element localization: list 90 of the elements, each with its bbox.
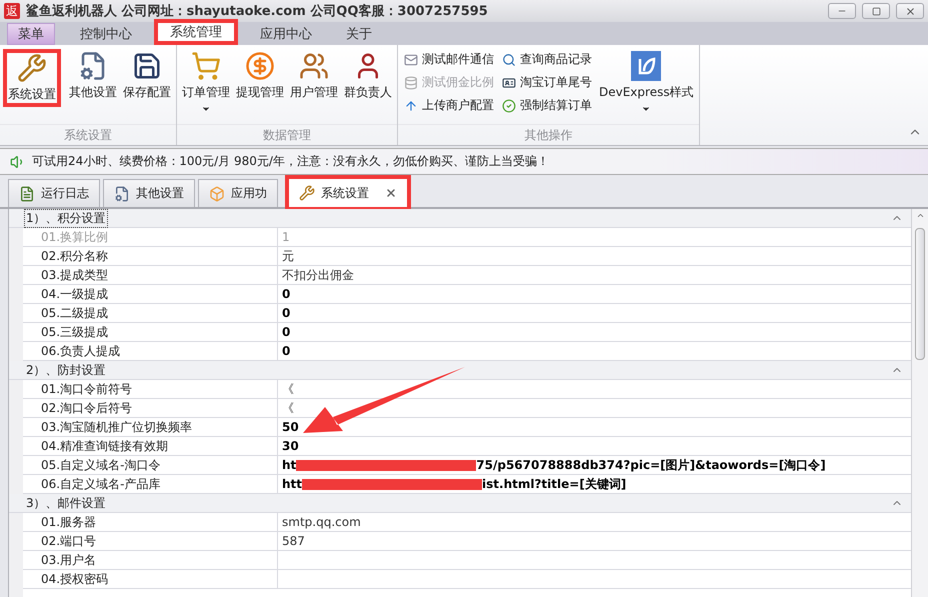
ribbon-tab[interactable]: 系统管理: [154, 19, 238, 45]
property-value[interactable]: 0: [278, 323, 911, 341]
category-title: 3）、邮件设置: [25, 494, 107, 512]
ribbon-button[interactable]: 其他设置: [67, 49, 119, 103]
tools-icon: [17, 53, 47, 83]
property-value[interactable]: smtp.qq.com: [278, 513, 911, 531]
app-menu-button[interactable]: 菜单: [7, 23, 55, 45]
ribbon-button[interactable]: 提现管理: [234, 49, 286, 103]
scrollbar-thumb[interactable]: [915, 228, 925, 360]
document-tab[interactable]: 系统设置: [285, 175, 411, 211]
group-title: 数据管理: [177, 124, 397, 145]
envelope-icon: [404, 52, 418, 66]
property-name: 06.负责人提成: [23, 342, 278, 360]
property-name: 02.端口号: [23, 532, 278, 550]
property-value[interactable]: 0: [278, 342, 911, 360]
document-tab[interactable]: 其他设置: [103, 179, 195, 207]
minimize-button[interactable]: [828, 3, 856, 19]
close-button[interactable]: [896, 3, 924, 19]
group-title: 其他操作: [398, 124, 699, 145]
ribbon-button[interactable]: 保存配置: [121, 49, 173, 103]
leaf-logo-icon: [631, 51, 662, 81]
notice-text: 可试用24小时、续费价格：100元/月 980元/年，注意：没有永久，勿低价购买、谨防上当受骗！: [32, 153, 549, 170]
ribbon-button[interactable]: 系统设置: [3, 49, 61, 107]
up-arrow-icon: [404, 98, 418, 112]
property-value[interactable]: 0: [278, 285, 911, 303]
property-value[interactable]: 《: [278, 380, 911, 398]
document-tab[interactable]: 应用功: [198, 179, 278, 207]
ribbon-tab[interactable]: 控制中心: [68, 23, 144, 45]
property-value: ist.html?title=[关键词]: [482, 476, 626, 493]
close-icon: [904, 6, 916, 16]
check-circle-icon: [502, 98, 516, 112]
property-value: ht: [282, 457, 296, 474]
ribbon-button[interactable]: 群负责人: [342, 49, 394, 103]
property-name: 02.淘口令后符号: [23, 399, 278, 417]
scroll-up-icon[interactable]: [916, 211, 924, 220]
ribbon-button[interactable]: 淘宝订单尾号: [499, 72, 595, 93]
property-name: 04.精准查询链接有效期: [23, 437, 278, 455]
ribbon-button[interactable]: 用户管理: [288, 49, 340, 103]
property-name: 03.用户名: [23, 551, 278, 569]
ribbon-button[interactable]: 上传商户配置: [401, 95, 497, 116]
ribbon-button[interactable]: 测试邮件通信: [401, 49, 497, 70]
property-value[interactable]: 50: [278, 418, 911, 436]
maximize-button[interactable]: [862, 3, 890, 19]
category-row[interactable]: 2）、防封设置: [9, 361, 911, 380]
property-name: 06.自定义域名-产品库: [23, 475, 278, 493]
scrollbar[interactable]: [911, 209, 928, 597]
app-logo: 返: [4, 3, 20, 19]
property-value[interactable]: 0: [278, 304, 911, 322]
property-name: 03.淘宝随机推广位切换频率: [23, 418, 278, 436]
property-name: 01.淘口令前符号: [23, 380, 278, 398]
property-name: 01.换算比例: [23, 228, 278, 246]
property-name: 05.三级提成: [23, 323, 278, 341]
maximize-icon: [872, 6, 880, 16]
id-card-icon: [502, 76, 516, 90]
property-name: 05.自定义域名-淘口令: [23, 456, 278, 474]
ribbon-button[interactable]: DevExpress样式: [597, 49, 696, 116]
property-value[interactable]: 不扣分出佣金: [278, 266, 911, 284]
property-value[interactable]: 《: [278, 399, 911, 417]
cart-icon: [191, 51, 221, 81]
search-icon: [502, 52, 516, 66]
ribbon-button[interactable]: 订单管理: [180, 49, 232, 116]
property-name: 04.一级提成: [23, 285, 278, 303]
cube-icon: [209, 186, 225, 202]
category-title: 1）、积分设置: [25, 210, 107, 226]
property-value[interactable]: 30: [278, 437, 911, 455]
dollar-coin-icon: [245, 51, 275, 81]
property-name: 02.积分名称: [23, 247, 278, 265]
ribbon-tab[interactable]: 关于: [334, 23, 384, 45]
checklist-icon: [19, 186, 35, 202]
property-name: 04.授权密码: [23, 570, 278, 588]
document-tab[interactable]: 运行日志: [8, 179, 100, 207]
group-title: 系统设置: [0, 124, 176, 145]
ribbon-button[interactable]: 查询商品记录: [499, 49, 595, 70]
ribbon-button[interactable]: 强制结算订单: [499, 95, 595, 116]
people-icon: [299, 51, 329, 81]
property-name: 03.提成类型: [23, 266, 278, 284]
tools-icon: [299, 185, 315, 201]
property-name: 05.二级提成: [23, 304, 278, 322]
window-title: 鲨鱼返利机器人 公司网址：shayutaoke.com 公司QQ客服：3007257595: [26, 2, 489, 20]
category-row[interactable]: 1）、积分设置: [9, 209, 911, 228]
ribbon-tab[interactable]: 应用中心: [248, 23, 324, 45]
category-row[interactable]: 3）、邮件设置: [9, 494, 911, 513]
property-value: 75/p567078888db374?pic=[图片]&taowords=[淘口令]: [476, 457, 826, 474]
property-value: htt: [282, 476, 302, 493]
property-value[interactable]: 587: [278, 532, 911, 550]
category-title: 2）、防封设置: [25, 362, 107, 378]
property-name: 01.服务器: [23, 513, 278, 531]
close-icon[interactable]: [385, 187, 397, 199]
property-value[interactable]: 元: [278, 247, 911, 265]
database-icon: [404, 76, 418, 90]
